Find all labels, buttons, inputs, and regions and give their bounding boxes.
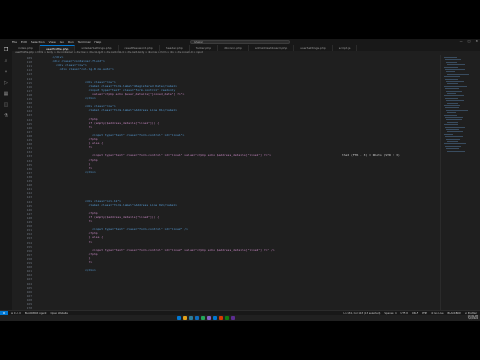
- menu-edit[interactable]: Edit: [21, 40, 27, 44]
- menu-bar: File Edit Selection View Go Run Terminal…: [12, 40, 101, 44]
- code-line: ?>: [38, 260, 93, 264]
- extensions-icon[interactable]: ▦: [3, 91, 9, 97]
- minimap-line: [444, 66, 459, 68]
- code-line: <label class="form-label">Address Line 0…: [38, 202, 178, 207]
- minimap-line: [447, 64, 465, 65]
- minimap-line: [447, 93, 456, 94]
- minimap-line: [445, 88, 460, 89]
- activity-bar: ❐ ⌕ ⑂ ▷ ▦ ◫ ⚗: [0, 45, 12, 310]
- minimap-line: [444, 133, 453, 135]
- minimize-button[interactable]: —: [460, 39, 463, 43]
- command-center-search[interactable]: Ghazal: [190, 40, 290, 44]
- minimap-line: [445, 145, 462, 147]
- minimap-line: [446, 119, 463, 120]
- test-icon[interactable]: ⚗: [3, 113, 9, 119]
- minimap-line: [446, 109, 468, 111]
- minimap-line: [445, 59, 462, 60]
- minimap-line: [446, 148, 459, 149]
- minimap-line: [447, 73, 469, 75]
- minimap-line: [445, 69, 465, 70]
- minimap-line: [444, 114, 457, 116]
- minimap-line: [447, 150, 465, 152]
- minimap-line: [444, 95, 464, 96]
- code-line: ?>: [38, 239, 93, 244]
- vscode-window: File Edit Selection View Go Run Terminal…: [0, 39, 480, 315]
- minimap-line: [445, 97, 458, 99]
- minimap-line: [447, 102, 458, 104]
- minimap[interactable]: [440, 55, 480, 310]
- taskbar-app-icon[interactable]: [207, 316, 211, 320]
- minimap-line: [446, 61, 457, 63]
- remote-icon[interactable]: ◫: [3, 102, 9, 108]
- code-line: </div>: [38, 268, 96, 273]
- menu-terminal[interactable]: Terminal: [78, 40, 91, 44]
- minimap-line: [446, 129, 459, 130]
- menu-view[interactable]: View: [49, 40, 56, 44]
- minimap-line: [447, 141, 458, 142]
- clock-date: 5/2/2024: [468, 317, 478, 320]
- minimap-line: [444, 124, 459, 125]
- code-line: ?>: [38, 124, 93, 129]
- taskbar-app-icon[interactable]: [177, 316, 181, 320]
- minimap-line: [446, 71, 455, 72]
- menu-run[interactable]: Run: [68, 40, 74, 44]
- minimap-line: [446, 90, 463, 92]
- minimap-line: [445, 107, 460, 108]
- minimap-line: [444, 76, 461, 77]
- taskbar-app-icon[interactable]: [201, 316, 205, 320]
- menu-file[interactable]: File: [12, 40, 17, 44]
- code-line: </div>: [38, 169, 96, 174]
- minimap-line: [446, 100, 464, 101]
- minimap-line: [446, 138, 461, 140]
- close-button[interactable]: ✕: [475, 39, 478, 43]
- code-editor[interactable]: 109 110 111 112 113 114 115 116 117 118 119 120 121 1…: [12, 55, 440, 310]
- minimap-line: [445, 117, 463, 118]
- source-control-icon[interactable]: ⑂: [3, 69, 9, 75]
- code-line: <label class="form-label">Address Line 0…: [38, 108, 178, 113]
- minimap-line: [445, 126, 465, 128]
- code-line: ?>: [38, 145, 93, 150]
- line-number-gutter: 109 110 111 112 113 114 115 116 117 118 119 120 121 1…: [12, 55, 34, 310]
- taskbar-icons: [176, 316, 236, 320]
- minimap-line: [447, 112, 456, 113]
- minimap-line: [444, 105, 461, 106]
- minimap-line: [446, 81, 464, 82]
- maximize-button[interactable]: □: [468, 39, 471, 43]
- taskbar-app-icon[interactable]: [225, 316, 229, 320]
- minimap-line: [447, 121, 458, 123]
- window-controls: — □ ✕: [460, 39, 478, 43]
- taskbar-app-icon[interactable]: [213, 316, 217, 320]
- minimap-line: [445, 136, 463, 137]
- taskbar-app-icon[interactable]: [231, 316, 235, 320]
- minimap-line: [444, 85, 468, 87]
- code-line: <div class="col-lg-8 mx-auto">: [38, 67, 114, 72]
- run-debug-icon[interactable]: ▷: [3, 80, 9, 86]
- minimap-line: [445, 78, 458, 80]
- minimap-line: [447, 83, 458, 84]
- files-icon[interactable]: ❐: [3, 47, 9, 53]
- menu-selection[interactable]: Selection: [31, 40, 45, 44]
- menu-help[interactable]: Help: [94, 40, 101, 44]
- taskbar-app-icon[interactable]: [189, 316, 193, 320]
- taskbar-app-icon[interactable]: [195, 316, 199, 320]
- search-icon[interactable]: ⌕: [3, 58, 9, 64]
- minimap-line: [444, 143, 466, 144]
- code-line: </div>: [38, 96, 96, 100]
- windows-taskbar: 10:49 AM 5/2/2024: [0, 315, 480, 321]
- inline-annotation: that (FTR . 3) = Rhoto (STR : 3): [342, 153, 400, 158]
- code-line: ?>: [38, 219, 93, 223]
- taskbar-clock[interactable]: 10:49 AM 5/2/2024: [468, 315, 478, 321]
- taskbar-app-icon[interactable]: [219, 316, 223, 320]
- menu-go[interactable]: Go: [60, 40, 64, 44]
- minimap-line: [444, 57, 457, 58]
- taskbar-app-icon[interactable]: [183, 316, 187, 320]
- minimap-line: [447, 131, 464, 132]
